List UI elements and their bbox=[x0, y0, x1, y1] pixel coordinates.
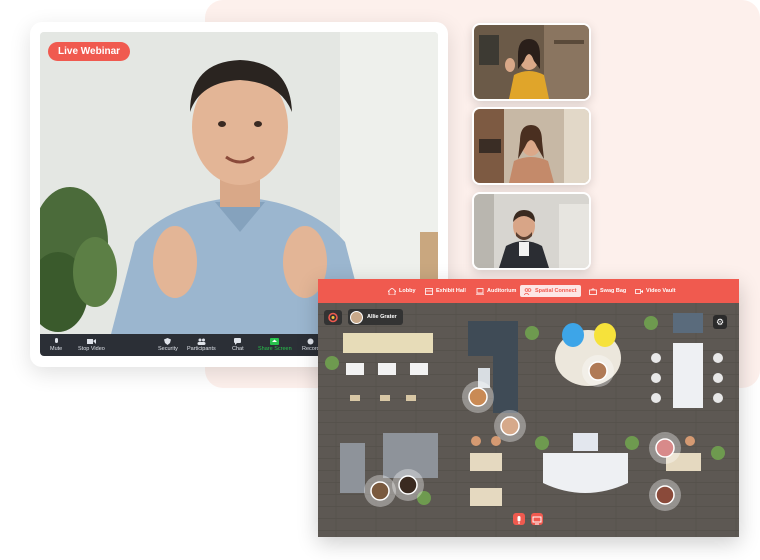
people-icon bbox=[197, 338, 206, 345]
microphone-button[interactable] bbox=[513, 513, 525, 525]
user-name: Allie Grater bbox=[367, 314, 397, 320]
map-navigation-bar: Lobby Exhibit Hall Auditorium Spatial Co… bbox=[318, 279, 739, 303]
avatar bbox=[350, 310, 363, 324]
chat-button[interactable]: Chat bbox=[232, 336, 244, 354]
avatar[interactable] bbox=[582, 355, 614, 387]
live-webinar-badge: Live Webinar bbox=[48, 42, 131, 61]
nav-item-auditorium[interactable]: Auditorium bbox=[472, 285, 520, 297]
video-icon bbox=[635, 288, 643, 294]
home-icon bbox=[388, 287, 396, 295]
avatar[interactable] bbox=[649, 479, 681, 511]
nav-item-label: Video Vault bbox=[646, 288, 676, 294]
nav-item-label: Exhibit Hall bbox=[436, 288, 466, 294]
bag-icon bbox=[589, 287, 597, 295]
nav-item-label: Lobby bbox=[399, 288, 416, 294]
settings-button[interactable]: ⚙ bbox=[713, 315, 727, 329]
nav-item-label: Auditorium bbox=[487, 288, 517, 294]
participant-thumbnail[interactable] bbox=[472, 107, 591, 185]
participant-thumbnail[interactable] bbox=[472, 192, 591, 270]
chat-bubble-icon bbox=[234, 338, 242, 345]
mute-button[interactable]: Mute bbox=[50, 336, 62, 354]
app-logo bbox=[324, 310, 342, 325]
participants-button[interactable]: Participants bbox=[187, 336, 216, 354]
participants-label: Participants bbox=[187, 346, 216, 352]
nav-item-video-vault[interactable]: Video Vault bbox=[631, 285, 680, 297]
shield-icon bbox=[164, 338, 172, 345]
floor-plan bbox=[318, 303, 739, 537]
security-button[interactable]: Security bbox=[158, 336, 178, 354]
people-connect-icon bbox=[524, 287, 532, 295]
video-camera-icon bbox=[86, 339, 96, 344]
screen-icon bbox=[532, 516, 542, 525]
nav-item-label: Spatial Connect bbox=[535, 288, 577, 294]
stop-video-label: Stop Video bbox=[78, 346, 105, 352]
share-screen-label: Share Screen bbox=[258, 346, 292, 352]
avatar[interactable] bbox=[649, 432, 681, 464]
avatar[interactable] bbox=[392, 469, 424, 501]
exhibit-icon bbox=[425, 287, 433, 295]
nav-item-exhibit-hall[interactable]: Exhibit Hall bbox=[421, 285, 470, 297]
current-user-chip[interactable]: Allie Grater bbox=[348, 309, 403, 325]
nav-item-lobby[interactable]: Lobby bbox=[384, 285, 420, 297]
security-label: Security bbox=[158, 346, 178, 352]
mute-label: Mute bbox=[50, 346, 63, 352]
record-icon bbox=[307, 338, 314, 345]
nav-item-label: Swag Bag bbox=[600, 288, 627, 294]
chat-label: Chat bbox=[232, 346, 244, 352]
screen-share-button[interactable] bbox=[531, 513, 543, 525]
nav-item-swag-bag[interactable]: Swag Bag bbox=[585, 285, 630, 297]
participant-thumbnail[interactable] bbox=[472, 23, 591, 101]
laptop-icon bbox=[476, 287, 484, 295]
avatar[interactable] bbox=[364, 475, 396, 507]
avatar[interactable] bbox=[494, 410, 526, 442]
microphone-icon bbox=[517, 516, 521, 524]
avatar[interactable] bbox=[462, 381, 494, 413]
share-screen-icon bbox=[270, 338, 280, 345]
gear-icon: ⚙ bbox=[715, 317, 725, 327]
microphone-icon bbox=[54, 338, 58, 343]
nav-item-spatial-connect[interactable]: Spatial Connect bbox=[520, 285, 581, 297]
spatial-map-window: Lobby Exhibit Hall Auditorium Spatial Co… bbox=[318, 279, 739, 537]
stop-video-button[interactable]: Stop Video bbox=[78, 336, 105, 354]
share-screen-button[interactable]: Share Screen bbox=[258, 336, 292, 354]
